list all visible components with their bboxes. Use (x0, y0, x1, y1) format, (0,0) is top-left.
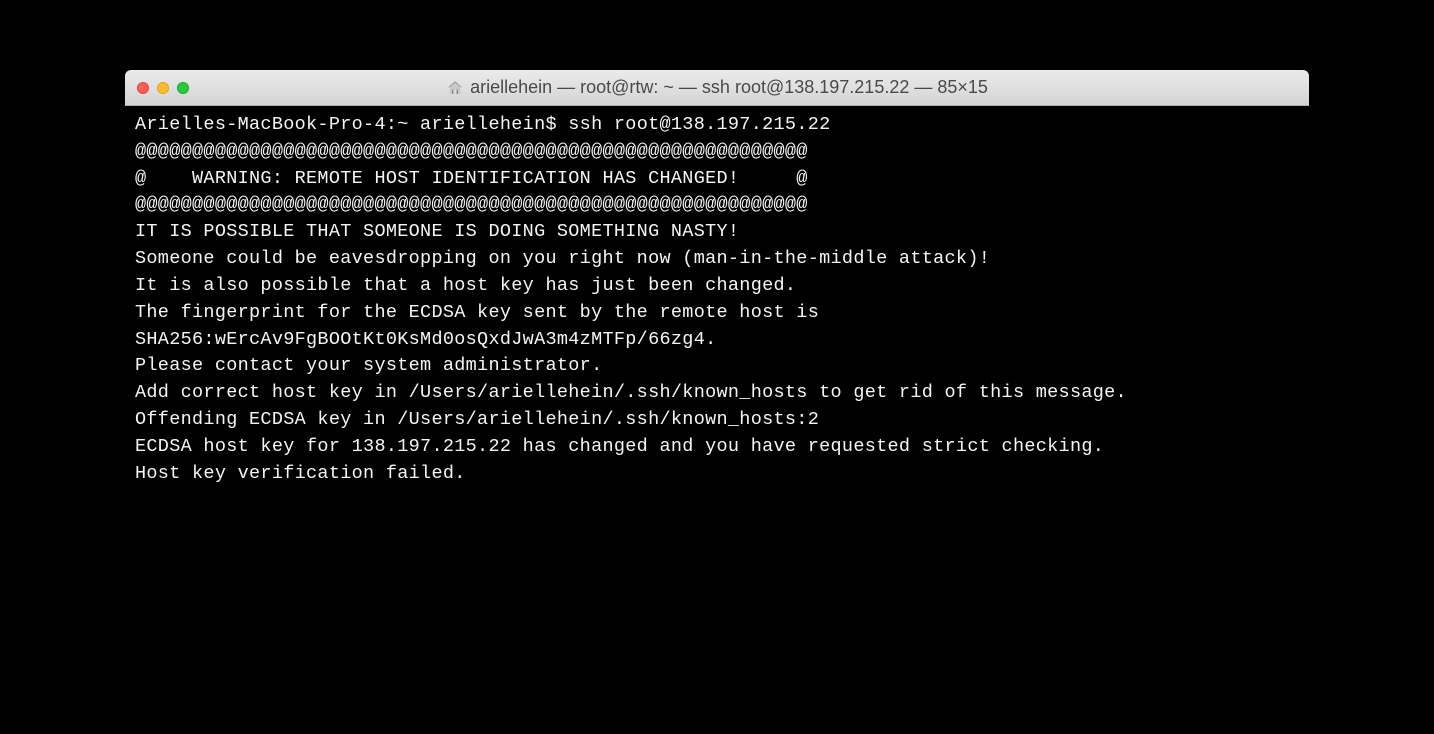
terminal-window: ariellehein — root@rtw: ~ — ssh root@138… (125, 70, 1309, 546)
close-button[interactable] (137, 82, 149, 94)
terminal-body[interactable]: Arielles-MacBook-Pro-4:~ ariellehein$ ss… (125, 106, 1309, 546)
window-title-text: ariellehein — root@rtw: ~ — ssh root@138… (470, 77, 988, 98)
prompt-line: Arielles-MacBook-Pro-4:~ ariellehein$ ss… (135, 112, 1299, 139)
command: ssh root@138.197.215.22 (568, 112, 830, 139)
output-line: Please contact your system administrator… (135, 353, 1299, 380)
output-line: Someone could be eavesdropping on you ri… (135, 246, 1299, 273)
window-title: ariellehein — root@rtw: ~ — ssh root@138… (125, 77, 1309, 98)
output-line: @@@@@@@@@@@@@@@@@@@@@@@@@@@@@@@@@@@@@@@@… (135, 139, 1299, 166)
home-icon (446, 79, 464, 97)
output-line: @@@@@@@@@@@@@@@@@@@@@@@@@@@@@@@@@@@@@@@@… (135, 192, 1299, 219)
output-line: Add correct host key in /Users/ariellehe… (135, 380, 1299, 407)
output-line: IT IS POSSIBLE THAT SOMEONE IS DOING SOM… (135, 219, 1299, 246)
output-line: Host key verification failed. (135, 461, 1299, 488)
output-line: The fingerprint for the ECDSA key sent b… (135, 300, 1299, 327)
minimize-button[interactable] (157, 82, 169, 94)
output-line: It is also possible that a host key has … (135, 273, 1299, 300)
output-line: ECDSA host key for 138.197.215.22 has ch… (135, 434, 1299, 461)
title-bar[interactable]: ariellehein — root@rtw: ~ — ssh root@138… (125, 70, 1309, 106)
output-line: Offending ECDSA key in /Users/ariellehei… (135, 407, 1299, 434)
output-line: SHA256:wErcAv9FgBOOtKt0KsMd0osQxdJwA3m4z… (135, 327, 1299, 354)
output-line: @ WARNING: REMOTE HOST IDENTIFICATION HA… (135, 166, 1299, 193)
zoom-button[interactable] (177, 82, 189, 94)
traffic-lights (137, 82, 189, 94)
prompt: Arielles-MacBook-Pro-4:~ ariellehein$ (135, 112, 568, 139)
